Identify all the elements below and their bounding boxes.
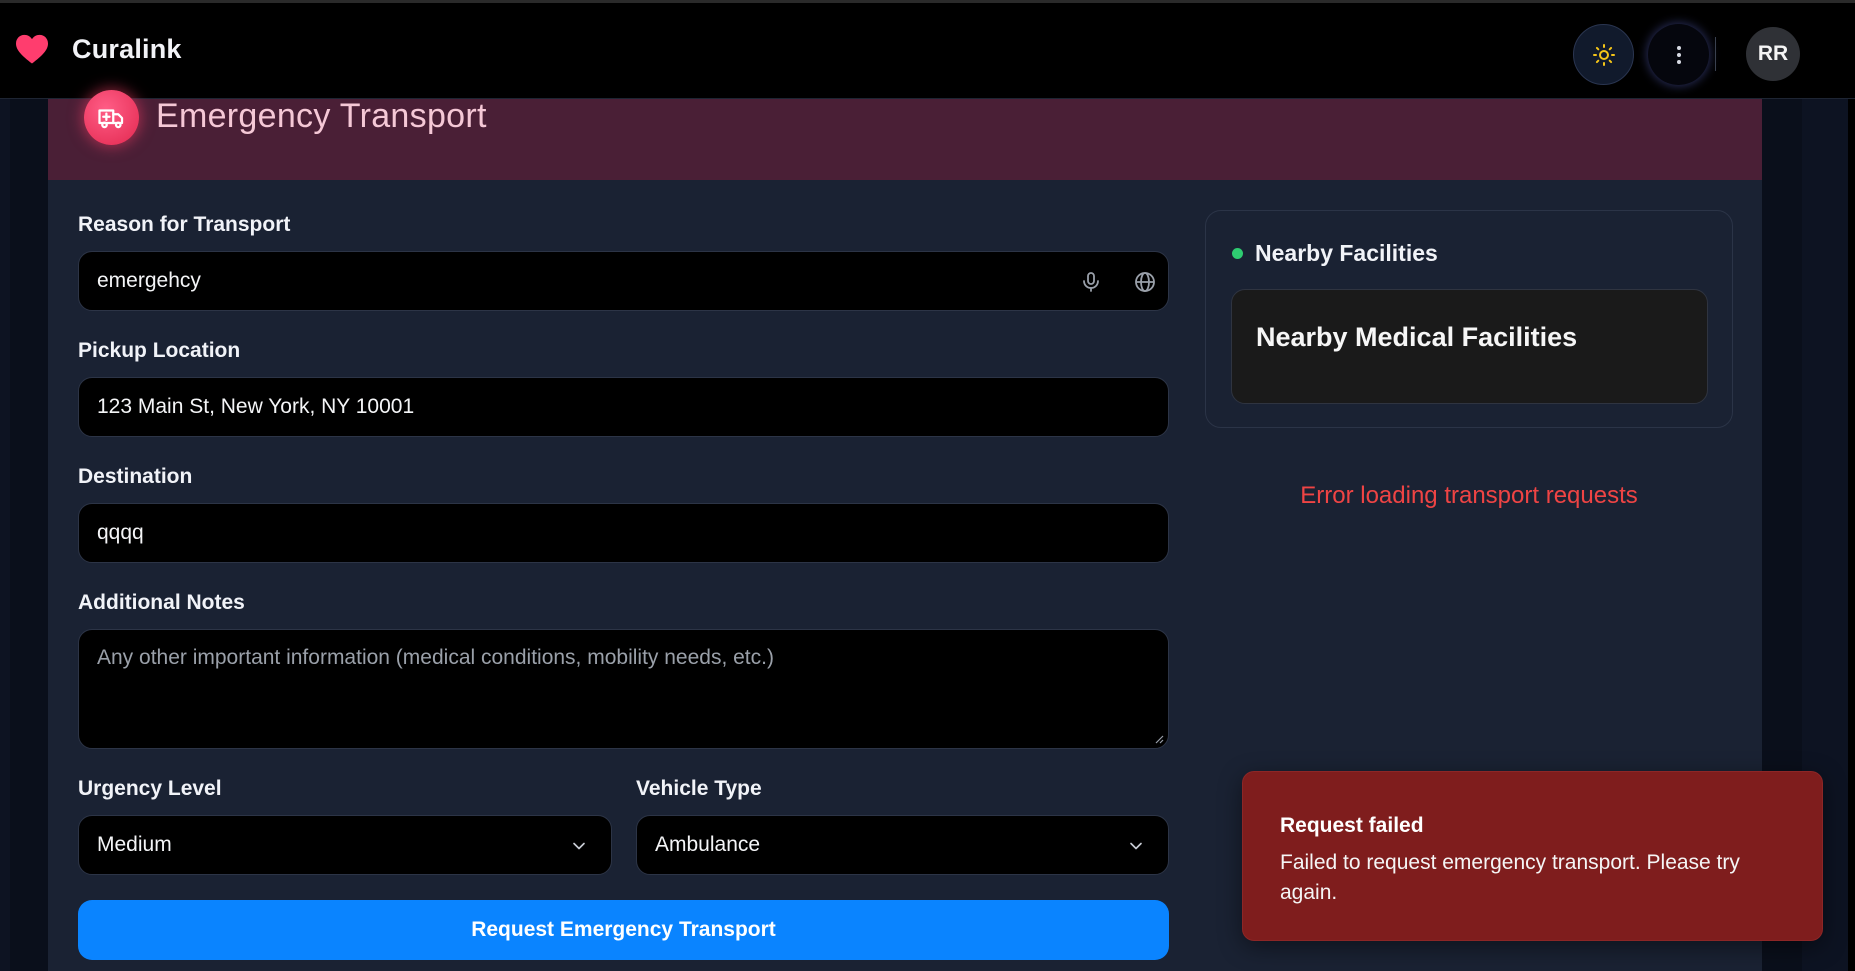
heart-icon (16, 34, 48, 64)
vehicle-label: Vehicle Type (636, 777, 762, 800)
destination-input[interactable]: qqqq (78, 503, 1169, 563)
notes-textarea[interactable] (97, 630, 1150, 748)
destination-value: qqqq (97, 521, 144, 544)
transport-requests-error: Error loading transport requests (1300, 482, 1638, 509)
card-header: Emergency Transport (48, 90, 1762, 180)
more-options-button[interactable] (1648, 24, 1709, 85)
page-margin-left (10, 99, 48, 971)
app-name: Curalink (72, 33, 182, 64)
brand[interactable]: Curalink (14, 33, 182, 65)
chevron-down-icon (1130, 842, 1142, 850)
vehicle-select[interactable]: Ambulance (636, 815, 1169, 875)
notes-field[interactable] (78, 629, 1169, 749)
urgency-label: Urgency Level (78, 777, 222, 800)
facilities-list-title: Nearby Medical Facilities (1256, 322, 1578, 352)
top-header: Curalink RR (0, 0, 1855, 99)
urgency-value: Medium (97, 833, 172, 856)
destination-label: Destination (78, 465, 193, 488)
facilities-title: Nearby Facilities (1255, 240, 1438, 266)
pickup-input[interactable]: 123 Main St, New York, NY 10001 (78, 377, 1169, 437)
resize-handle-icon[interactable] (1154, 734, 1164, 744)
ambulance-icon (97, 108, 123, 128)
microphone-icon[interactable] (1079, 270, 1103, 294)
pickup-value: 123 Main St, New York, NY 10001 (97, 395, 415, 418)
more-vertical-icon (1676, 45, 1681, 64)
user-avatar[interactable]: RR (1746, 27, 1800, 81)
notes-label: Additional Notes (78, 591, 245, 614)
theme-toggle-button[interactable] (1573, 24, 1634, 85)
nearby-facilities-panel: Nearby Facilities Nearby Medical Facilit… (1205, 210, 1733, 428)
reason-value: emergehcy (97, 269, 201, 292)
page-title: Emergency Transport (156, 97, 487, 135)
toast-title: Request failed (1280, 814, 1424, 837)
chevron-down-icon (573, 842, 585, 850)
request-transport-button[interactable]: Request Emergency Transport (78, 900, 1169, 960)
reason-input[interactable]: emergehcy (78, 251, 1169, 311)
ambulance-icon-badge (84, 90, 139, 145)
globe-icon[interactable] (1133, 270, 1157, 294)
facilities-list-card: Nearby Medical Facilities (1231, 289, 1708, 404)
toast-message: Failed to request emergency transport. P… (1280, 851, 1740, 904)
status-dot (1232, 248, 1243, 259)
sun-icon (1592, 43, 1615, 66)
vehicle-value: Ambulance (655, 833, 761, 856)
error-toast[interactable]: Request failed Failed to request emergen… (1242, 771, 1823, 941)
header-divider (1715, 37, 1716, 71)
pickup-label: Pickup Location (78, 339, 241, 362)
page-scrollbar[interactable] (1848, 99, 1855, 971)
urgency-select[interactable]: Medium (78, 815, 612, 875)
reason-label: Reason for Transport (78, 213, 291, 236)
